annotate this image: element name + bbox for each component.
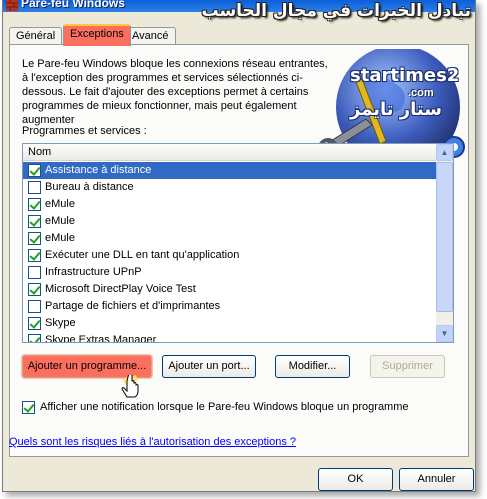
firewall-icon: [6, 0, 18, 11]
checkbox[interactable]: [28, 181, 41, 194]
hand-cursor-icon: [121, 375, 139, 398]
watermark-text: تبادل الخبرات في مجال الحاسب: [201, 1, 471, 21]
modify-button[interactable]: Modifier...: [275, 355, 350, 378]
column-header-name[interactable]: Nom: [23, 144, 438, 161]
checkbox[interactable]: [28, 317, 41, 330]
scroll-up-button[interactable]: ▲: [436, 144, 453, 161]
logo-domain: .com: [408, 87, 434, 99]
tab-general[interactable]: Général: [9, 27, 63, 45]
tab-advanced[interactable]: Avancé: [125, 27, 176, 45]
logo-arabic-text: ستار تايمز: [350, 99, 442, 120]
list-item[interactable]: eMule: [23, 213, 438, 230]
checkbox[interactable]: [28, 232, 41, 245]
delete-button: Supprimer: [370, 355, 445, 378]
firewall-window: Pare-feu Windows تبادل الخبرات في مجال ا…: [2, 0, 476, 492]
cancel-button[interactable]: Annuler: [399, 468, 474, 491]
notify-checkbox[interactable]: [22, 401, 35, 414]
notify-label: Afficher une notification lorsque le Par…: [40, 401, 409, 413]
checkbox[interactable]: [28, 198, 41, 211]
title-bar[interactable]: Pare-feu Windows تبادل الخبرات في مجال ا…: [3, 0, 475, 21]
list-item[interactable]: eMule: [23, 230, 438, 247]
add-port-button[interactable]: Ajouter un port...: [162, 355, 256, 378]
exceptions-panel: Le Pare-feu Windows bloque les connexion…: [9, 44, 469, 457]
ok-button[interactable]: OK: [318, 468, 393, 491]
help-link[interactable]: Quels sont les risques liés à l'autorisa…: [9, 436, 296, 448]
list-item[interactable]: Partage de fichiers et d'imprimantes: [23, 298, 438, 315]
checkbox[interactable]: [28, 334, 41, 342]
programs-label: Programmes et services :: [22, 125, 147, 137]
arrow-up-icon: ▲: [440, 148, 449, 157]
checkbox[interactable]: [28, 300, 41, 313]
list-scrollbar[interactable]: ▲ ▼: [436, 144, 453, 342]
list-item[interactable]: Assistance à distance: [23, 162, 438, 179]
logo-text: startimes2: [350, 65, 460, 86]
checkbox[interactable]: [28, 215, 41, 228]
list-item[interactable]: Bureau à distance: [23, 179, 438, 196]
checkbox[interactable]: [28, 283, 41, 296]
programs-list[interactable]: Nom Assistance à distance Bureau à dista…: [22, 143, 454, 343]
window-title: Pare-feu Windows: [21, 0, 125, 10]
checkbox[interactable]: [28, 266, 41, 279]
checkbox[interactable]: [28, 164, 41, 177]
list-item[interactable]: Skype Extras Manager: [23, 332, 438, 342]
scroll-thumb[interactable]: [436, 162, 453, 312]
list-item[interactable]: eMule: [23, 196, 438, 213]
list-item[interactable]: Skype: [23, 315, 438, 332]
arrow-down-icon: ▼: [440, 329, 449, 338]
description-text: Le Pare-feu Windows bloque les connexion…: [22, 58, 328, 126]
tab-exceptions[interactable]: Exceptions: [63, 24, 131, 46]
scroll-down-button[interactable]: ▼: [436, 325, 453, 342]
list-item[interactable]: Infrastructure UPnP: [23, 264, 438, 281]
checkbox[interactable]: [28, 249, 41, 262]
list-item[interactable]: Exécuter une DLL en tant qu'application: [23, 247, 438, 264]
list-item[interactable]: Microsoft DirectPlay Voice Test: [23, 281, 438, 298]
